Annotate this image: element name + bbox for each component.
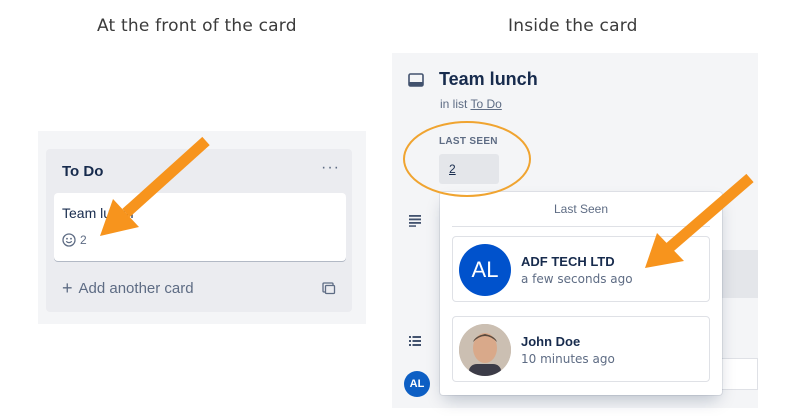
- viewer-row[interactable]: AL ADF TECH LTD a few seconds ago: [452, 236, 710, 302]
- viewer-time: 10 minutes ago: [521, 352, 615, 366]
- viewer-photo-avatar: [459, 324, 511, 376]
- add-card-button[interactable]: + Add another card: [62, 279, 194, 297]
- last-seen-button[interactable]: 2: [439, 154, 499, 184]
- last-seen-badge: 2: [62, 233, 87, 247]
- in-list-text: in list To Do: [440, 97, 502, 111]
- description-icon: [409, 215, 421, 227]
- card-title: Team lunch: [62, 205, 134, 221]
- viewer-avatar: AL: [459, 244, 511, 296]
- caption-inside: Inside the card: [508, 16, 638, 36]
- viewer-name: ADF TECH LTD: [521, 254, 615, 269]
- last-seen-popover: Last Seen AL ADF TECH LTD a few seconds …: [440, 192, 722, 395]
- viewer-name: John Doe: [521, 334, 581, 349]
- member-avatar[interactable]: AL: [404, 371, 430, 397]
- badge-count: 2: [80, 233, 87, 247]
- board-list-panel: To Do ··· Team lunch 2 + Add another car…: [38, 131, 366, 324]
- popover-divider: [452, 226, 710, 227]
- card-team-lunch[interactable]: Team lunch 2: [54, 193, 346, 261]
- list-menu-icon[interactable]: ···: [321, 159, 340, 177]
- viewer-time: a few seconds ago: [521, 272, 633, 286]
- in-list-prefix: in list: [440, 97, 468, 111]
- list-link[interactable]: To Do: [470, 97, 501, 111]
- add-card-label: Add another card: [78, 279, 194, 297]
- viewer-row[interactable]: John Doe 10 minutes ago: [452, 316, 710, 382]
- card-template-icon[interactable]: [322, 281, 336, 295]
- popover-title: Last Seen: [553, 202, 609, 216]
- list-to-do: To Do ··· Team lunch 2 + Add another car…: [46, 149, 352, 312]
- last-seen-label: LAST SEEN: [439, 136, 498, 147]
- activity-icon: [409, 336, 421, 346]
- list-title[interactable]: To Do: [62, 163, 103, 180]
- card-detail-title[interactable]: Team lunch: [439, 69, 538, 90]
- plus-icon: +: [62, 278, 73, 298]
- caption-front: At the front of the card: [97, 16, 297, 36]
- card-icon: [408, 73, 424, 87]
- smile-icon: [62, 233, 76, 247]
